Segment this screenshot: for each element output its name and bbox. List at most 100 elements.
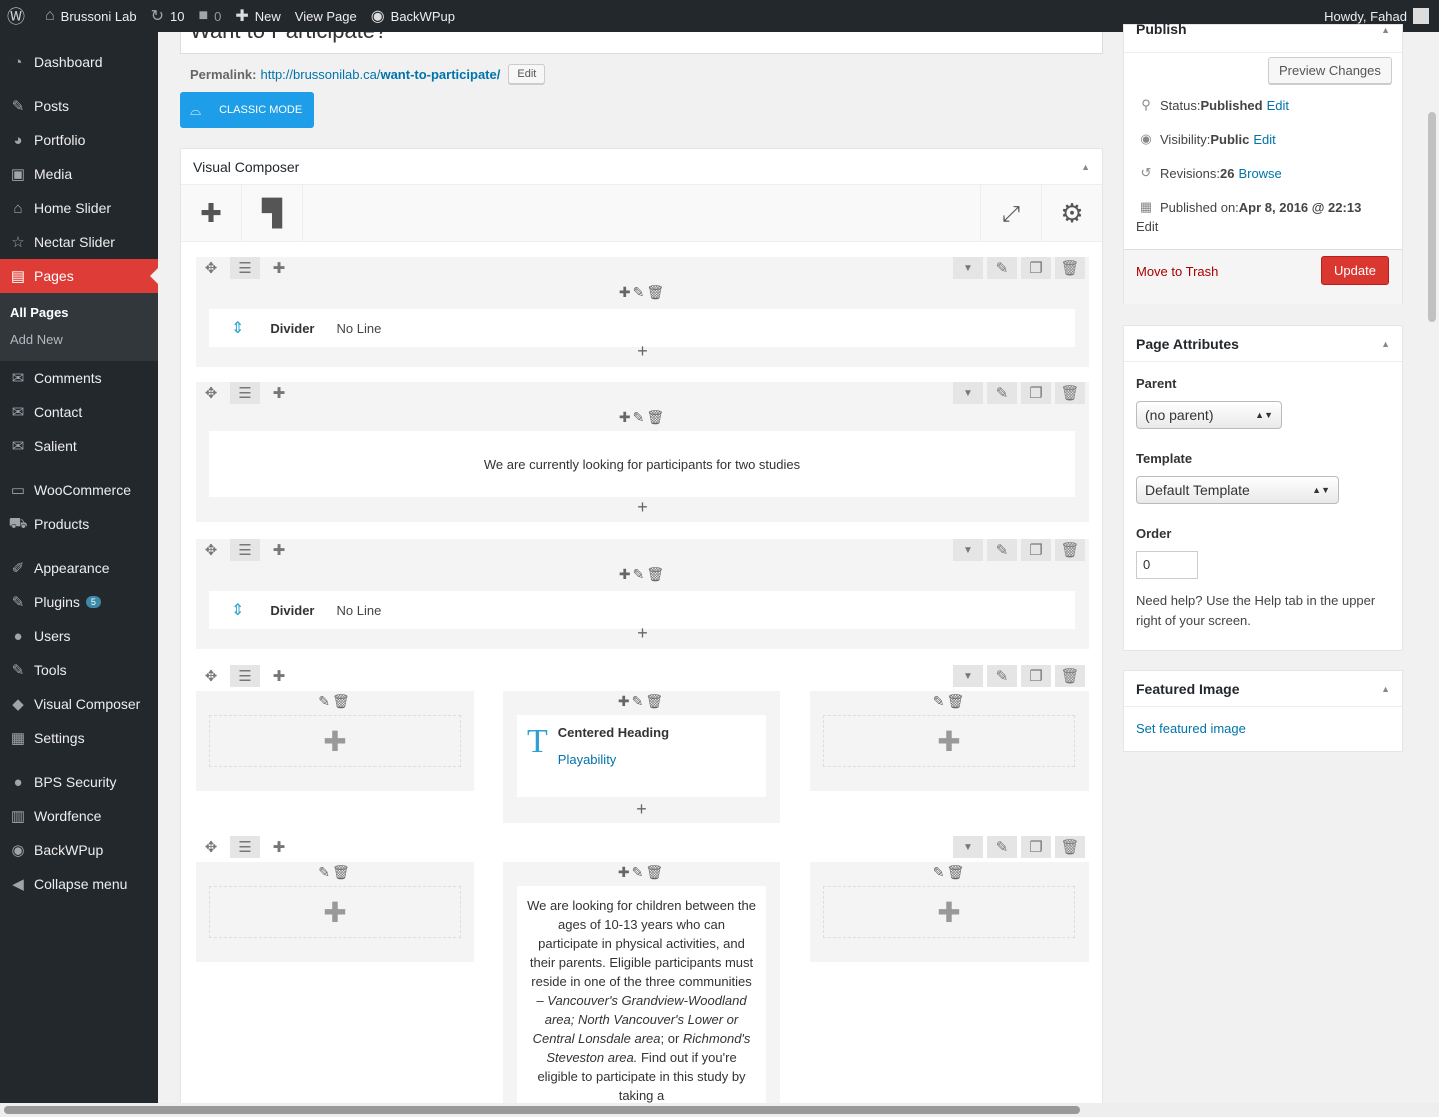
empty-column-add[interactable]: ✚: [823, 715, 1075, 767]
column-controls[interactable]: ✚✎🗑: [503, 864, 780, 881]
pencil-icon[interactable]: ✎: [987, 382, 1017, 404]
column-controls[interactable]: ✚✎🗑: [196, 409, 1089, 426]
status-edit-link[interactable]: Edit: [1267, 98, 1289, 113]
sidebar-item-dashboard[interactable]: ◔ Dashboard: [0, 45, 158, 79]
sidebar-item-posts[interactable]: ✎ Posts: [0, 89, 158, 123]
add-element-icon[interactable]: +: [503, 799, 780, 820]
sidebar-item-salient[interactable]: ✉ Salient: [0, 429, 158, 463]
add-column-icon[interactable]: ✚: [264, 665, 294, 687]
add-column-icon[interactable]: ✚: [264, 539, 294, 561]
featured-image-header[interactable]: Featured Image ▲: [1124, 671, 1402, 707]
pencil-icon[interactable]: ✎: [987, 836, 1017, 858]
published-edit-link[interactable]: Edit: [1136, 219, 1158, 234]
submenu-add-new[interactable]: Add New: [0, 326, 158, 353]
preview-changes-button[interactable]: Preview Changes: [1268, 57, 1392, 84]
template-select[interactable]: Default Template ▲▼: [1136, 476, 1339, 504]
permalink-url[interactable]: http://brussonilab.ca/want-to-participat…: [260, 67, 500, 82]
trash-icon[interactable]: 🗑: [1055, 382, 1085, 404]
vertical-scrollbar[interactable]: [1425, 32, 1439, 1103]
clone-icon[interactable]: ❐: [1021, 257, 1051, 279]
page-settings-button[interactable]: ⚙: [1041, 185, 1102, 242]
chevron-down-icon[interactable]: ▼: [953, 539, 983, 561]
column-controls[interactable]: ✚✎🗑: [196, 284, 1089, 301]
trash-icon[interactable]: 🗑: [1055, 836, 1085, 858]
sidebar-item-visual-composer[interactable]: ◆ Visual Composer: [0, 687, 158, 721]
clone-icon[interactable]: ❐: [1021, 665, 1051, 687]
add-element-icon[interactable]: +: [196, 497, 1089, 518]
move-to-trash-link[interactable]: Move to Trash: [1136, 264, 1218, 279]
sidebar-item-contact[interactable]: ✉ Contact: [0, 395, 158, 429]
sidebar-item-home-slider[interactable]: ⌂ Home Slider: [0, 191, 158, 225]
view-page-link[interactable]: View Page: [288, 0, 364, 32]
page-attributes-header[interactable]: Page Attributes ▲: [1124, 326, 1402, 362]
trash-icon[interactable]: 🗑: [1055, 257, 1085, 279]
column-controls[interactable]: ✎🗑: [810, 693, 1089, 710]
site-name-link[interactable]: ⌂ Brussoni Lab: [38, 0, 144, 32]
permalink-edit-button[interactable]: Edit: [508, 64, 546, 84]
sidebar-item-nectar-slider[interactable]: ☆ Nectar Slider: [0, 225, 158, 259]
wordpress-logo[interactable]: Ⓦ: [0, 0, 38, 32]
horizontal-scrollbar[interactable]: [0, 1103, 1439, 1117]
trash-icon[interactable]: 🗑: [1055, 665, 1085, 687]
parent-select[interactable]: (no parent) ▲▼: [1136, 401, 1282, 429]
chevron-down-icon[interactable]: ▼: [953, 382, 983, 404]
submenu-all-pages[interactable]: All Pages: [0, 299, 158, 326]
clone-icon[interactable]: ❐: [1021, 382, 1051, 404]
layout-icon[interactable]: ☰: [230, 382, 260, 404]
title-field[interactable]: Want to Participate?: [180, 32, 1103, 54]
add-column-icon[interactable]: ✚: [264, 382, 294, 404]
order-input[interactable]: 0: [1136, 551, 1198, 579]
backwpup-link[interactable]: ◉ BackWPup: [364, 0, 462, 32]
layout-icon[interactable]: ☰: [230, 836, 260, 858]
empty-column-add[interactable]: ✚: [209, 715, 461, 767]
pencil-icon[interactable]: ✎: [987, 257, 1017, 279]
pencil-icon[interactable]: ✎: [987, 665, 1017, 687]
sidebar-item-bps-security[interactable]: ● BPS Security: [0, 765, 158, 799]
add-element-icon[interactable]: +: [196, 623, 1089, 644]
layout-icon[interactable]: ☰: [230, 539, 260, 561]
fullscreen-button[interactable]: ⤢: [980, 185, 1041, 242]
revisions-browse-link[interactable]: Browse: [1238, 166, 1281, 181]
add-element-button[interactable]: ✚: [181, 185, 242, 242]
empty-column-add[interactable]: ✚: [209, 886, 461, 938]
sidebar-item-wordfence[interactable]: ▥ Wordfence: [0, 799, 158, 833]
pencil-icon[interactable]: ✎: [987, 539, 1017, 561]
sidebar-item-backwpup[interactable]: ◉ BackWPup: [0, 833, 158, 867]
move-icon[interactable]: ✥: [196, 539, 226, 561]
collapse-arrow-icon[interactable]: ▲: [1381, 25, 1390, 35]
layout-icon[interactable]: ☰: [230, 257, 260, 279]
column-controls[interactable]: ✚✎🗑: [503, 693, 780, 710]
trash-icon[interactable]: 🗑: [1055, 539, 1085, 561]
move-icon[interactable]: ✥: [196, 665, 226, 687]
text-element[interactable]: We are looking for children between the …: [517, 886, 766, 1117]
sidebar-item-users[interactable]: ● Users: [0, 619, 158, 653]
column-controls[interactable]: ✚✎🗑: [196, 566, 1089, 583]
scroll-thumb[interactable]: [1428, 112, 1436, 322]
chevron-down-icon[interactable]: ▼: [953, 257, 983, 279]
sidebar-item-comments[interactable]: ✉ Comments: [0, 361, 158, 395]
chevron-down-icon[interactable]: ▼: [953, 836, 983, 858]
sidebar-item-appearance[interactable]: ✐ Appearance: [0, 551, 158, 585]
comments-link[interactable]: ■ 0: [191, 0, 228, 32]
clone-icon[interactable]: ❐: [1021, 836, 1051, 858]
sidebar-item-media[interactable]: ▣ Media: [0, 157, 158, 191]
column-controls[interactable]: ✎🗑: [196, 693, 474, 710]
collapse-arrow-icon[interactable]: ▲: [1381, 684, 1390, 694]
updates-link[interactable]: ↻ 10: [144, 0, 192, 32]
column-controls[interactable]: ✎🗑: [810, 864, 1089, 881]
set-featured-image-link[interactable]: Set featured image: [1136, 721, 1246, 736]
new-content-link[interactable]: ✚ New: [228, 0, 287, 32]
heading-element[interactable]: T Centered Heading Playability: [517, 715, 766, 797]
chevron-down-icon[interactable]: ▼: [953, 665, 983, 687]
sidebar-item-settings[interactable]: ▦ Settings: [0, 721, 158, 755]
collapse-arrow-icon[interactable]: ▲: [1381, 339, 1390, 349]
collapse-arrow-icon[interactable]: ▲: [1081, 162, 1090, 172]
publish-header[interactable]: Publish ▲: [1124, 21, 1402, 53]
vc-header[interactable]: Visual Composer ▲: [181, 149, 1102, 185]
add-column-icon[interactable]: ✚: [264, 836, 294, 858]
move-icon[interactable]: ✥: [196, 382, 226, 404]
classic-mode-button[interactable]: ⌓ CLASSIC MODE: [180, 92, 314, 128]
sidebar-item-products[interactable]: ⛟ Products: [0, 507, 158, 541]
move-icon[interactable]: ✥: [196, 836, 226, 858]
visibility-edit-link[interactable]: Edit: [1253, 132, 1275, 147]
